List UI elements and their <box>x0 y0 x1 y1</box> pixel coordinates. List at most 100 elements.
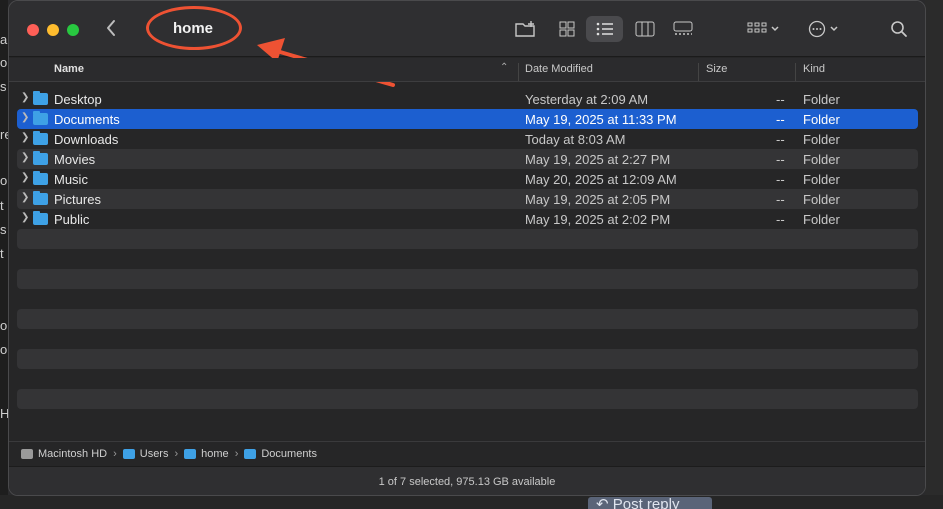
file-row[interactable]: ❯ Desktop Yesterday at 2:09 AM -- Folder <box>17 89 918 109</box>
zoom-button[interactable] <box>67 24 79 36</box>
background-page-bottom <box>0 495 943 509</box>
group-by-button[interactable] <box>743 16 783 42</box>
folder-icon <box>33 191 48 205</box>
new-folder-button[interactable] <box>513 16 539 42</box>
file-row[interactable]: ❯ Movies May 19, 2025 at 2:27 PM -- Folder <box>17 149 918 169</box>
name-column-header[interactable]: Name <box>54 63 84 75</box>
column-divider[interactable] <box>795 63 796 81</box>
post-reply-button[interactable]: ↶ Post reply <box>588 497 712 509</box>
close-button[interactable] <box>27 24 39 36</box>
empty-row <box>17 309 918 329</box>
background-text: o <box>0 173 8 188</box>
column-divider[interactable] <box>698 63 699 81</box>
empty-row <box>17 349 918 369</box>
disclosure-chevron-icon[interactable]: ❯ <box>21 192 29 203</box>
status-bar: 1 of 7 selected, 975.13 GB available <box>9 466 925 495</box>
background-text: s <box>0 79 7 94</box>
file-name: Public <box>54 212 90 227</box>
gallery-icon <box>673 21 693 35</box>
folder-icon <box>33 91 48 105</box>
file-name: Pictures <box>54 192 101 207</box>
path-label: Macintosh HD <box>38 447 108 460</box>
file-kind: Folder <box>803 92 840 107</box>
background-text: o <box>0 318 8 333</box>
background-text: a <box>0 32 8 47</box>
file-kind: Folder <box>803 152 840 167</box>
minimize-button[interactable] <box>47 24 59 36</box>
file-row[interactable]: ❯ Pictures May 19, 2025 at 2:05 PM -- Folder <box>17 189 918 209</box>
file-kind: Folder <box>803 192 840 207</box>
file-name: Desktop <box>54 92 102 107</box>
background-text: s <box>0 222 7 237</box>
grid-icon <box>559 21 575 37</box>
icon-view-button[interactable] <box>553 16 581 42</box>
file-name: Music <box>54 172 88 187</box>
file-row[interactable]: ❯ Downloads Today at 8:03 AM -- Folder <box>17 129 918 149</box>
chevron-down-icon <box>829 26 838 32</box>
search-button[interactable] <box>887 16 911 42</box>
path-segment-disk[interactable]: Macintosh HD <box>21 448 107 460</box>
file-row[interactable]: ❯ Music May 20, 2025 at 12:09 AM -- Folder <box>17 169 918 189</box>
action-menu-button[interactable] <box>803 16 843 42</box>
file-name: Documents <box>54 112 120 127</box>
file-size: -- <box>776 112 785 127</box>
file-row[interactable]: ❯ Documents May 19, 2025 at 11:33 PM -- Fold… <box>17 109 918 129</box>
size-column-header[interactable]: Size <box>706 63 727 75</box>
date-column-header[interactable]: Date Modified <box>525 63 593 75</box>
empty-row <box>17 249 918 269</box>
empty-row <box>17 409 918 429</box>
background-text: t <box>0 246 4 261</box>
file-kind: Folder <box>803 132 840 147</box>
new-folder-icon <box>515 21 535 37</box>
finder-window: home Name ⌃ Date Modified Size Kind ❯ De… <box>8 0 926 496</box>
folder-icon <box>122 448 135 459</box>
file-kind: Folder <box>803 112 840 127</box>
empty-row <box>17 369 918 389</box>
list-icon <box>596 22 613 36</box>
disclosure-chevron-icon[interactable]: ❯ <box>21 92 29 103</box>
background-page-edge-right <box>925 0 943 509</box>
file-name: Movies <box>54 152 96 167</box>
file-date: May 20, 2025 at 12:09 AM <box>525 172 677 187</box>
file-date: May 19, 2025 at 2:02 PM <box>525 212 671 227</box>
path-separator-icon: › <box>234 447 239 460</box>
disclosure-chevron-icon[interactable]: ❯ <box>21 132 29 143</box>
chevron-down-icon <box>770 26 779 32</box>
back-button[interactable] <box>105 19 123 39</box>
empty-row <box>17 269 918 289</box>
chevron-left-icon <box>107 20 115 36</box>
empty-row <box>17 389 918 409</box>
column-view-button[interactable] <box>631 16 659 42</box>
empty-row <box>17 329 918 349</box>
folder-icon <box>33 111 48 125</box>
reply-icon: ↶ <box>596 496 609 509</box>
gallery-view-button[interactable] <box>668 16 698 42</box>
path-segment-documents[interactable]: Documents <box>244 448 317 460</box>
file-date: Yesterday at 2:09 AM <box>525 92 649 107</box>
sort-ascending-icon: ⌃ <box>500 62 509 73</box>
file-size: -- <box>776 152 785 167</box>
column-header: Name ⌃ Date Modified Size Kind <box>9 58 925 82</box>
kind-column-header[interactable]: Kind <box>803 63 825 75</box>
folder-icon <box>33 171 48 185</box>
disclosure-chevron-icon[interactable]: ❯ <box>21 172 29 183</box>
disclosure-chevron-icon[interactable]: ❯ <box>21 152 29 163</box>
path-separator-icon: › <box>174 447 179 460</box>
columns-icon <box>635 21 655 37</box>
search-icon <box>891 21 907 37</box>
folder-icon <box>33 151 48 165</box>
file-size: -- <box>776 92 785 107</box>
path-segment-home[interactable]: home <box>184 448 229 460</box>
file-name: Downloads <box>54 132 119 147</box>
folder-icon <box>244 448 257 459</box>
empty-row <box>17 289 918 309</box>
path-segment-users[interactable]: Users <box>122 448 168 460</box>
post-reply-label: Post reply <box>612 496 680 509</box>
file-row[interactable]: ❯ Public May 19, 2025 at 2:02 PM -- Folder <box>17 209 918 229</box>
disclosure-chevron-icon[interactable]: ❯ <box>21 112 29 123</box>
background-page-edge: a o s re o t s t o o H <box>0 0 12 509</box>
file-date: May 19, 2025 at 2:05 PM <box>525 192 671 207</box>
list-view-button[interactable] <box>586 16 623 42</box>
column-divider[interactable] <box>518 63 519 81</box>
disclosure-chevron-icon[interactable]: ❯ <box>21 212 29 223</box>
